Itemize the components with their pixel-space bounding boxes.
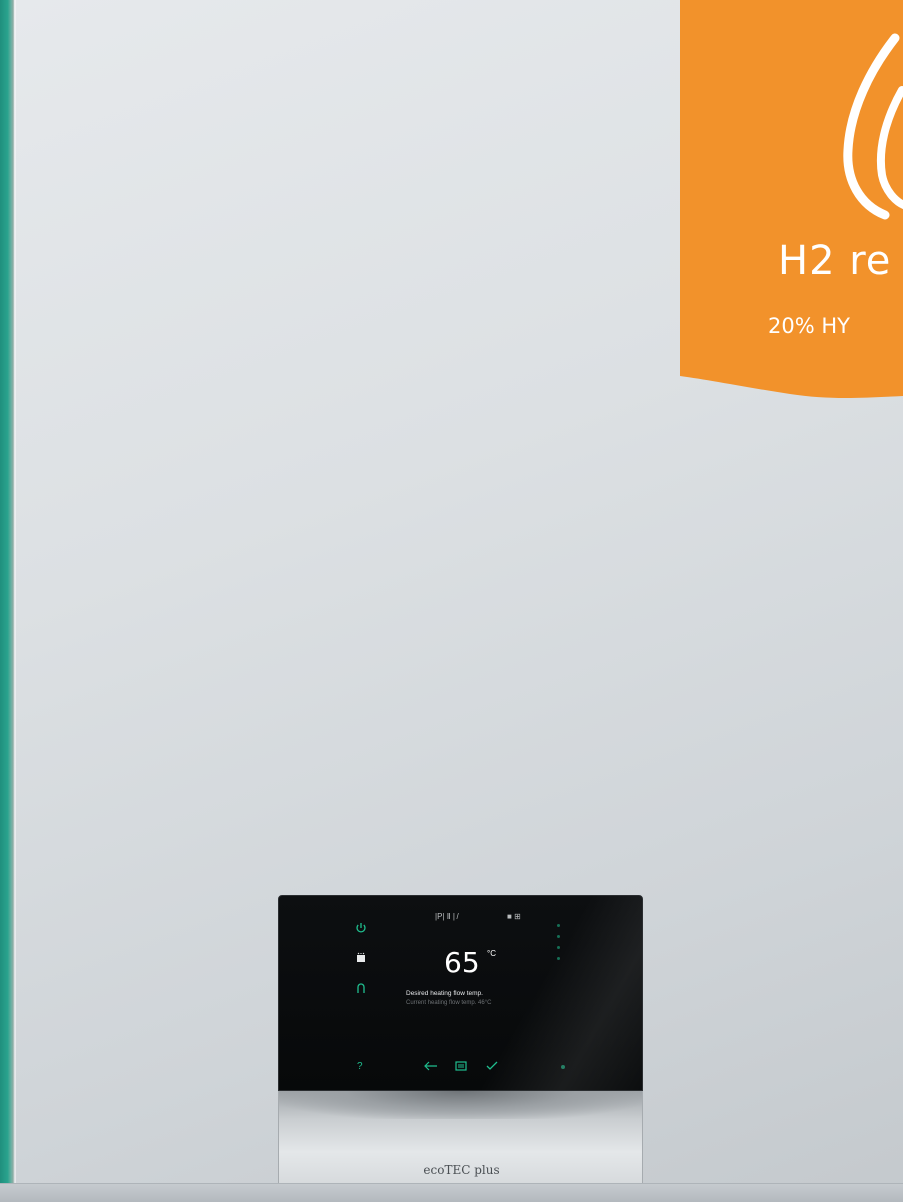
h2-ready-badge: H2 re 20% HY xyxy=(680,0,903,402)
indicator-dot xyxy=(557,924,560,927)
side-accent-stripe xyxy=(0,0,16,1202)
menu-icon[interactable] xyxy=(455,1060,467,1073)
scroll-indicator xyxy=(557,924,560,968)
right-soft-key-icon[interactable] xyxy=(559,1060,567,1073)
back-icon[interactable] xyxy=(424,1060,438,1073)
temperature-caption: Desired heating flow temp. xyxy=(406,990,483,997)
display-screen: ? |P| Ⅱ | / ■ ⊞ 65 °C Desired heating fl… xyxy=(278,895,643,1091)
control-panel: ? |P| Ⅱ | / ■ ⊞ 65 °C Desired heating fl… xyxy=(278,895,643,1202)
boiler-front: H2 re 20% HY ? |P| Ⅱ | / ■ ⊞ 65 °C Desir… xyxy=(0,0,903,1202)
hot-water-icon[interactable] xyxy=(355,952,367,966)
flame-icon xyxy=(843,33,903,220)
badge-title: H2 re xyxy=(778,238,892,284)
temperature-unit: °C xyxy=(487,949,496,958)
temperature-sub-caption: Current heating flow temp. 46°C xyxy=(406,1000,492,1006)
confirm-icon[interactable] xyxy=(486,1060,498,1073)
temperature-value: 65 xyxy=(444,946,480,979)
product-name: ecoTEC plus xyxy=(423,1163,500,1177)
status-icons: |P| Ⅱ | / xyxy=(435,912,461,921)
indicator-dot xyxy=(557,957,560,960)
indicator-dot xyxy=(557,946,560,949)
status-indicators: ■ ⊞ xyxy=(507,912,521,921)
power-icon[interactable] xyxy=(355,922,367,936)
heating-icon[interactable] xyxy=(355,982,367,996)
bottom-edge xyxy=(0,1183,903,1202)
indicator-dot xyxy=(557,935,560,938)
help-icon[interactable]: ? xyxy=(357,1060,363,1073)
badge-subtitle: 20% HY xyxy=(768,314,850,338)
